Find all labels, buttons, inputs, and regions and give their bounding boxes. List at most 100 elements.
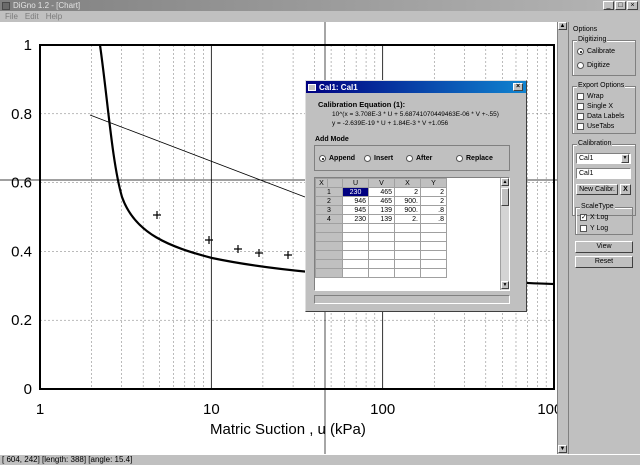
cell-v[interactable]: 139 <box>368 205 395 215</box>
table-row[interactable] <box>315 241 447 251</box>
empty-cell[interactable] <box>394 241 421 251</box>
cell-u[interactable]: 945 <box>342 205 369 215</box>
checkbox-box[interactable] <box>577 103 584 110</box>
after-radio[interactable]: After <box>406 155 432 162</box>
view-button[interactable]: View <box>575 241 633 253</box>
table-row[interactable]: 3 945 139 900. .8 <box>315 205 447 215</box>
digitize-radio-dot[interactable] <box>577 62 584 69</box>
xlog-checkbox[interactable]: ✓ X Log <box>580 214 608 221</box>
replace-radio-dot[interactable] <box>456 155 463 162</box>
empty-cell[interactable] <box>342 223 369 233</box>
menu-edit[interactable]: Edit <box>25 12 39 21</box>
cell-v[interactable]: 139 <box>368 214 395 224</box>
checkbox-box[interactable] <box>577 93 584 100</box>
row-number[interactable]: 2 <box>315 196 343 206</box>
empty-cell[interactable] <box>342 241 369 251</box>
empty-cell[interactable] <box>420 232 447 242</box>
table-row[interactable]: 4 230 139 2. .8 <box>315 214 447 224</box>
table-row[interactable]: 2 946 465 900. 2 <box>315 196 447 206</box>
grid-corner[interactable]: X <box>315 178 328 188</box>
vertical-scrollbar[interactable]: ▲ ▼ <box>557 22 568 454</box>
grid-scrollbar[interactable]: ▲ ▼ <box>500 178 509 290</box>
cell-u[interactable]: 946 <box>342 196 369 206</box>
after-radio-dot[interactable] <box>406 155 413 162</box>
cell-y[interactable]: .8 <box>420 214 447 224</box>
data-labels-checkbox[interactable]: Data Labels <box>577 113 624 120</box>
replace-radio[interactable]: Replace <box>456 155 493 162</box>
scroll-down-button[interactable]: ▼ <box>558 445 567 453</box>
dialog-close-button[interactable]: × <box>513 83 523 91</box>
empty-cell[interactable] <box>342 268 369 278</box>
maximize-button[interactable]: □ <box>615 1 626 10</box>
calibration-name-field[interactable]: Cal1 <box>576 168 631 179</box>
scroll-up-button[interactable]: ▲ <box>558 22 567 30</box>
row-number[interactable] <box>315 223 343 233</box>
close-button[interactable]: × <box>627 1 638 10</box>
column-header-x[interactable]: X <box>394 178 421 188</box>
scroll-thumb[interactable] <box>501 188 509 206</box>
calibrate-radio-dot[interactable] <box>577 48 584 55</box>
row-number[interactable] <box>315 232 343 242</box>
column-header-u[interactable]: U <box>342 178 369 188</box>
cell-y[interactable]: 2 <box>420 196 447 206</box>
empty-cell[interactable] <box>394 232 421 242</box>
cell-u[interactable]: 230 <box>342 214 369 224</box>
cell-u[interactable]: 230 <box>342 187 369 197</box>
ylog-checkbox[interactable]: Y Log <box>580 225 608 232</box>
empty-cell[interactable] <box>368 250 395 260</box>
scroll-up-icon[interactable]: ▲ <box>501 178 509 186</box>
table-row[interactable] <box>315 268 447 278</box>
row-number[interactable]: 4 <box>315 214 343 224</box>
empty-cell[interactable] <box>342 232 369 242</box>
empty-cell[interactable] <box>368 268 395 278</box>
empty-cell[interactable] <box>342 250 369 260</box>
calibration-combo[interactable]: Cal1 ▼ <box>576 153 631 164</box>
new-calibration-button[interactable]: New Calibr. <box>576 184 618 195</box>
empty-cell[interactable] <box>420 223 447 233</box>
table-row[interactable] <box>315 223 447 233</box>
cell-y[interactable]: .8 <box>420 205 447 215</box>
digitize-radio[interactable]: Digitize <box>577 62 610 69</box>
delete-calibration-button[interactable]: X <box>620 184 631 195</box>
cell-v[interactable]: 465 <box>368 187 395 197</box>
insert-radio-dot[interactable] <box>364 155 371 162</box>
empty-cell[interactable] <box>368 232 395 242</box>
reset-button[interactable]: Reset <box>575 256 633 268</box>
cell-y[interactable]: 2 <box>420 187 447 197</box>
calibration-grid[interactable]: X U V X Y 1 230 465 2 2 2 946 465 900. 2 <box>314 177 510 291</box>
empty-cell[interactable] <box>420 250 447 260</box>
append-radio-dot[interactable] <box>319 155 326 162</box>
menu-file[interactable]: File <box>5 12 18 21</box>
minimize-button[interactable]: _ <box>603 1 614 10</box>
row-number[interactable] <box>315 268 343 278</box>
usetabs-checkbox[interactable]: UseTabs <box>577 123 614 130</box>
chevron-down-icon[interactable]: ▼ <box>621 154 629 163</box>
row-number[interactable] <box>315 259 343 269</box>
empty-cell[interactable] <box>420 259 447 269</box>
dialog-titlebar[interactable]: Cal1: Cal1 × <box>306 81 526 93</box>
column-header-v[interactable]: V <box>368 178 395 188</box>
table-row[interactable] <box>315 250 447 260</box>
empty-cell[interactable] <box>394 223 421 233</box>
table-row[interactable] <box>315 232 447 242</box>
table-row[interactable]: 1 230 465 2 2 <box>315 187 447 197</box>
table-row[interactable] <box>315 259 447 269</box>
checkbox-box[interactable] <box>577 113 584 120</box>
row-number[interactable] <box>315 250 343 260</box>
empty-cell[interactable] <box>420 268 447 278</box>
empty-cell[interactable] <box>394 259 421 269</box>
empty-cell[interactable] <box>420 241 447 251</box>
checkbox-box[interactable] <box>580 225 587 232</box>
empty-cell[interactable] <box>368 259 395 269</box>
empty-cell[interactable] <box>368 241 395 251</box>
cell-x[interactable]: 2. <box>394 214 421 224</box>
scroll-down-icon[interactable]: ▼ <box>501 281 509 289</box>
empty-cell[interactable] <box>342 259 369 269</box>
append-radio[interactable]: Append <box>319 155 355 162</box>
column-header-y[interactable]: Y <box>420 178 447 188</box>
menu-help[interactable]: Help <box>46 12 62 21</box>
cell-v[interactable]: 465 <box>368 196 395 206</box>
row-number[interactable] <box>315 241 343 251</box>
empty-cell[interactable] <box>394 250 421 260</box>
empty-cell[interactable] <box>368 223 395 233</box>
